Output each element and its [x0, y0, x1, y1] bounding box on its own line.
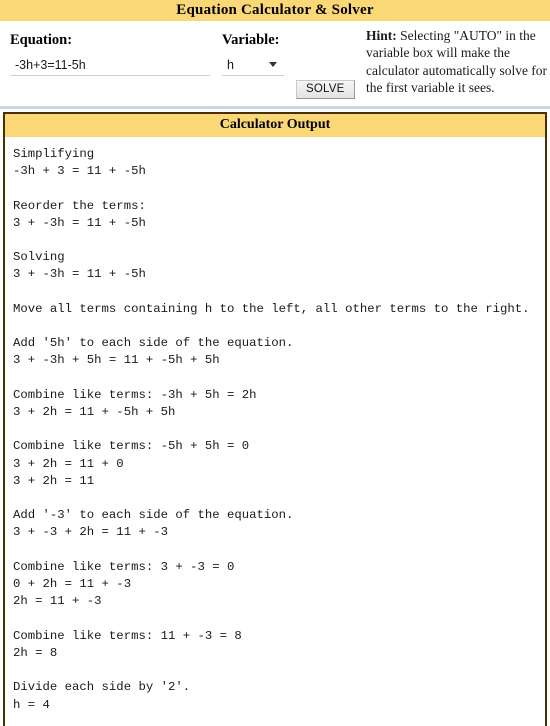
chevron-down-icon	[269, 62, 277, 67]
equation-form: Equation: Variable: h SOLVE Hint: Select…	[0, 21, 550, 106]
solve-button-wrap: SOLVE	[296, 79, 355, 99]
variable-field-group: Variable: h	[222, 31, 284, 76]
solve-button[interactable]: SOLVE	[296, 80, 355, 99]
equation-field-group: Equation:	[10, 31, 210, 76]
calculator-output-panel: Calculator Output Simplifying -3h + 3 = …	[3, 112, 547, 726]
hint-text: Hint: Selecting "AUTO" in the variable b…	[366, 27, 550, 97]
page-title-band: Equation Calculator & Solver	[0, 0, 550, 21]
output-header-title: Calculator Output	[219, 117, 331, 132]
variable-select-value: h	[227, 57, 234, 72]
hint-prefix: Hint:	[366, 28, 397, 43]
page-title: Equation Calculator & Solver	[176, 2, 374, 18]
variable-label: Variable:	[222, 32, 280, 48]
output-steps-text: Simplifying -3h + 3 = 11 + -5h Reorder t…	[13, 147, 530, 712]
variable-select[interactable]: h	[222, 55, 284, 76]
equation-input[interactable]	[10, 55, 210, 76]
equation-label: Equation:	[10, 32, 73, 48]
output-body: Simplifying -3h + 3 = 11 + -5h Reorder t…	[5, 137, 545, 726]
section-separator	[0, 106, 550, 109]
output-header-band: Calculator Output	[5, 114, 545, 137]
